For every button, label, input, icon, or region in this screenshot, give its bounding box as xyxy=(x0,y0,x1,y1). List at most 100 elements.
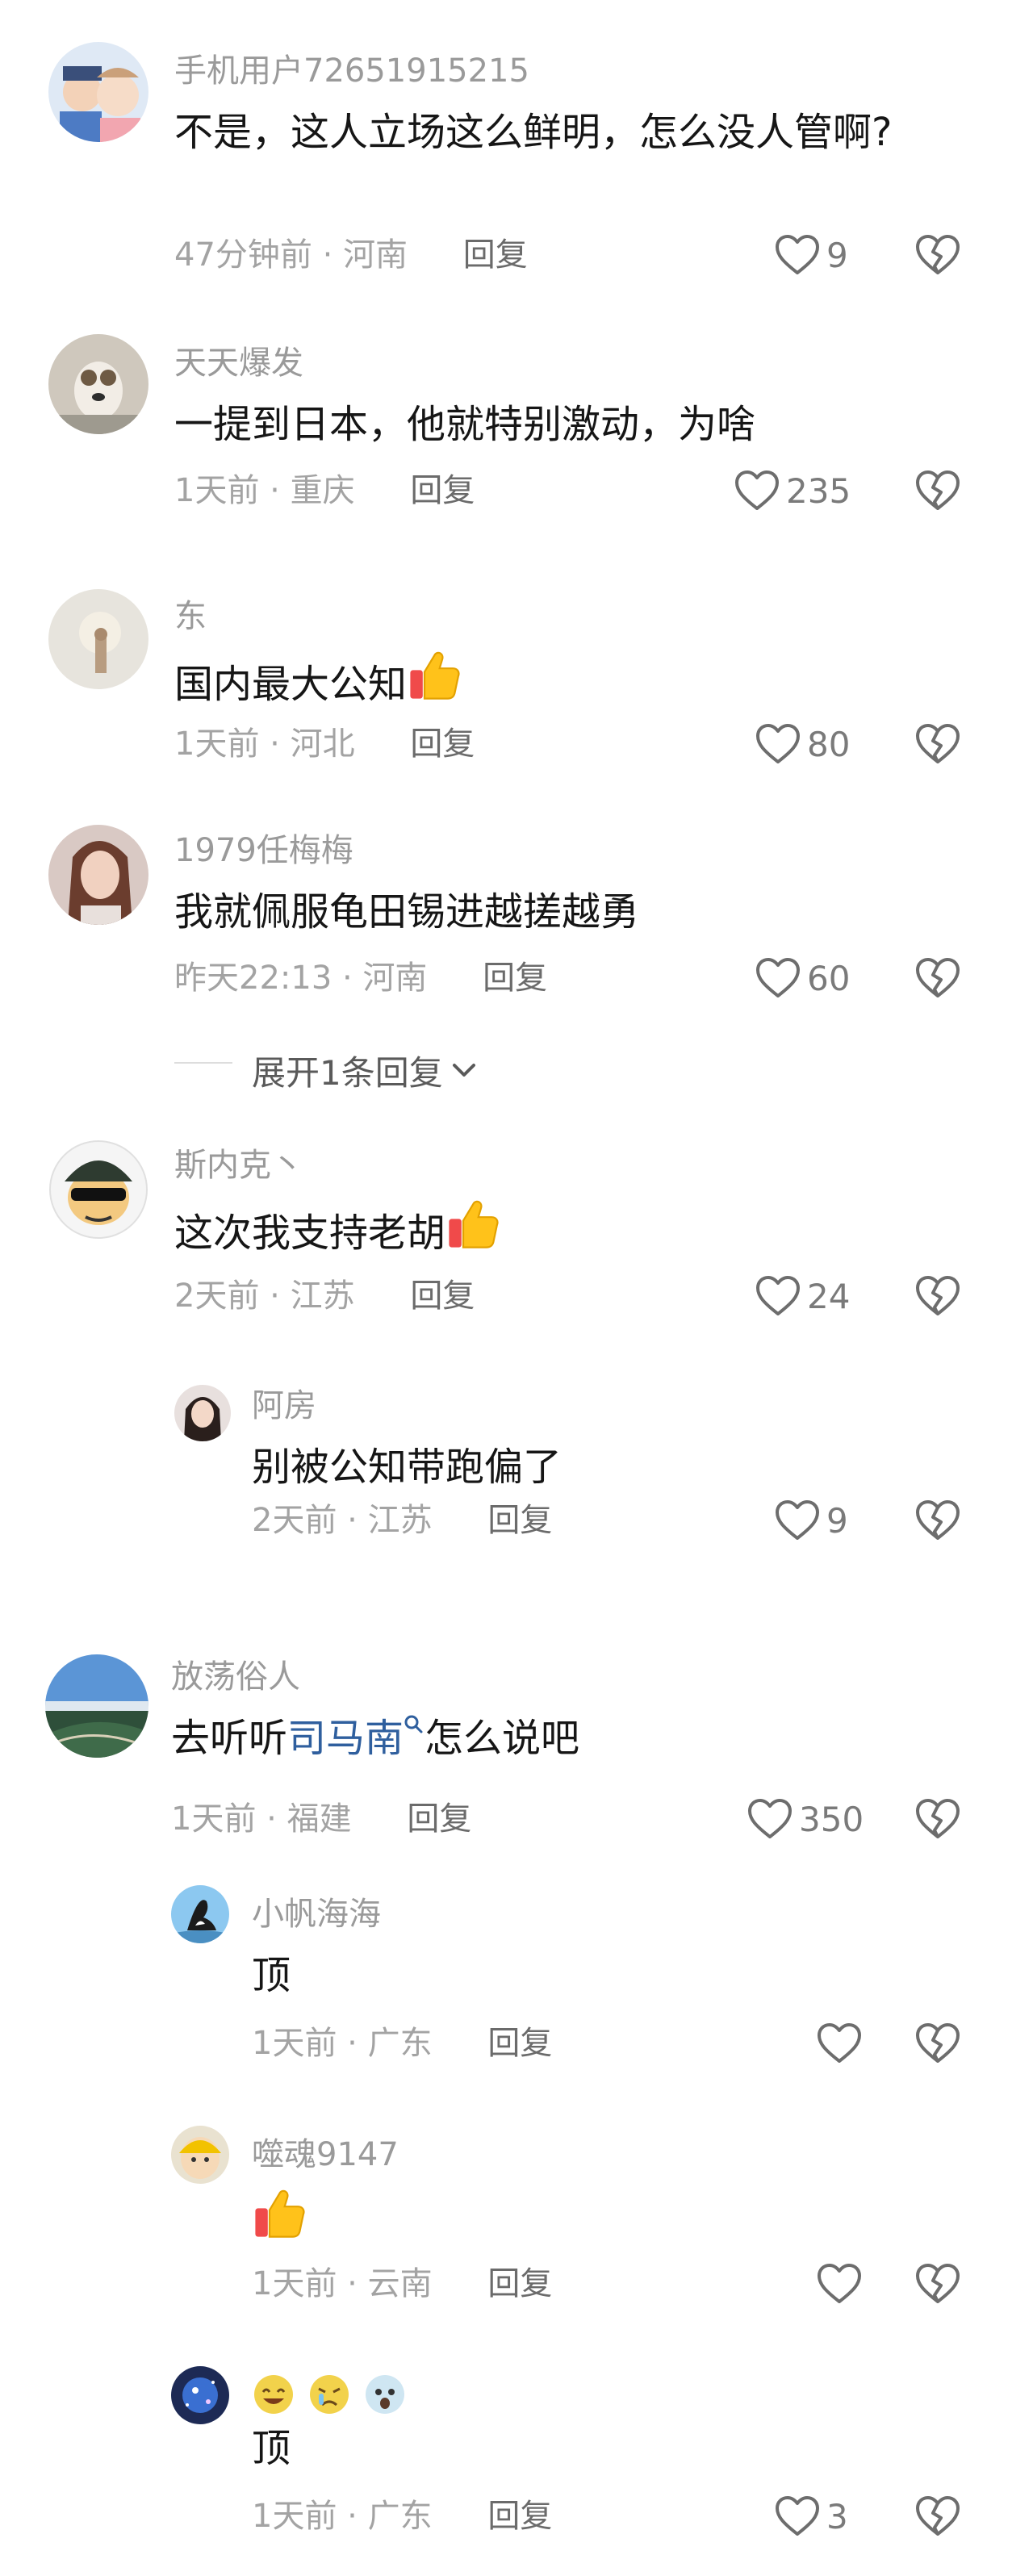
broken-heart-icon xyxy=(915,957,960,999)
avatar[interactable] xyxy=(48,589,148,689)
like-button[interactable] xyxy=(817,2260,862,2308)
like-button[interactable]: 80 xyxy=(755,720,850,768)
separator: · xyxy=(347,2498,358,2535)
avatar[interactable] xyxy=(171,1885,229,1943)
comment-text-content: 去听听 xyxy=(171,1716,288,1761)
timestamp: 2天前 xyxy=(252,1502,337,1539)
emoji-username[interactable] xyxy=(252,2373,415,2416)
username[interactable]: 放荡俗人 xyxy=(171,1661,300,1693)
avatar[interactable] xyxy=(48,42,148,142)
avatar[interactable] xyxy=(171,2366,229,2424)
chevron-down-icon xyxy=(452,1063,475,1077)
expand-replies-label: 展开1条回复 xyxy=(252,1053,443,1093)
search-icon[interactable] xyxy=(404,1714,424,1738)
heart-outline-icon xyxy=(755,957,801,999)
comment-text: 不是，这人立场这么鲜明，怎么没人管啊? xyxy=(174,110,893,155)
like-button[interactable]: 9 xyxy=(775,231,848,279)
location: 广东 xyxy=(367,2025,433,2062)
dislike-button[interactable] xyxy=(915,234,960,276)
username[interactable]: 手机用户72651915215 xyxy=(174,55,529,87)
reply-button[interactable]: 回复 xyxy=(487,2025,552,2062)
comment-text: 去听听司马南 怎么说吧 xyxy=(171,1709,946,1767)
reply-button[interactable]: 回复 xyxy=(487,1502,552,1539)
reply-button[interactable]: 回复 xyxy=(463,236,528,274)
comment-text: 国内最大公知 xyxy=(174,649,949,713)
heart-outline-icon xyxy=(755,1275,801,1317)
reply-button[interactable]: 回复 xyxy=(483,960,547,997)
reply-button[interactable]: 回复 xyxy=(410,1278,475,1315)
comment-text-tail: 怎么说吧 xyxy=(424,1716,580,1761)
broken-heart-icon xyxy=(915,723,960,765)
like-count: 24 xyxy=(807,1276,851,1316)
avatar[interactable] xyxy=(174,1385,231,1441)
separator: · xyxy=(266,1800,277,1838)
broken-heart-icon xyxy=(915,2263,960,2305)
location: 江苏 xyxy=(290,1278,355,1315)
avatar[interactable] xyxy=(45,1654,148,1758)
like-button[interactable] xyxy=(817,2019,862,2068)
dislike-button[interactable] xyxy=(915,2495,960,2537)
broken-heart-icon xyxy=(915,234,960,276)
expand-divider xyxy=(174,1062,232,1064)
avatar[interactable] xyxy=(48,334,148,434)
separator: · xyxy=(270,1278,280,1315)
dislike-button[interactable] xyxy=(915,1499,960,1541)
like-button[interactable]: 350 xyxy=(747,1795,864,1843)
reply-button[interactable]: 回复 xyxy=(410,472,475,509)
comment-text: 一提到日本，他就特别激动，为啥 xyxy=(174,402,756,447)
reply-button[interactable]: 回复 xyxy=(487,2265,552,2302)
broken-heart-icon xyxy=(915,470,960,512)
reply-button[interactable]: 回复 xyxy=(407,1800,471,1838)
heart-outline-icon xyxy=(775,2495,820,2537)
comment-meta: 1天前 · 广东 回复 xyxy=(252,2500,552,2532)
username[interactable]: 天天爆发 xyxy=(174,347,303,379)
username[interactable]: 1979任梅梅 xyxy=(174,834,353,867)
scared-emoji xyxy=(366,2375,405,2414)
separator: · xyxy=(270,472,280,509)
dislike-button[interactable] xyxy=(915,2263,960,2305)
username[interactable]: 噬魂9147 xyxy=(252,2139,399,2171)
heart-outline-icon xyxy=(775,234,820,276)
timestamp: 1天前 xyxy=(174,472,260,509)
username[interactable]: 阿房 xyxy=(252,1390,316,1422)
heart-outline-icon xyxy=(775,1499,820,1541)
timestamp: 1天前 xyxy=(252,2025,337,2062)
comment-meta: 1天前 · 云南 回复 xyxy=(252,2268,552,2300)
comment-meta: 1天前 · 福建 回复 xyxy=(171,1803,471,1835)
like-count: 350 xyxy=(799,1799,864,1839)
avatar[interactable] xyxy=(171,2126,229,2184)
like-count: 3 xyxy=(826,2496,848,2536)
thumbs-up-emoji xyxy=(445,1198,499,1251)
like-button[interactable]: 235 xyxy=(734,466,851,515)
dislike-button[interactable] xyxy=(915,470,960,512)
timestamp: 2天前 xyxy=(174,1278,260,1315)
broken-heart-icon xyxy=(915,1798,960,1840)
like-button[interactable]: 3 xyxy=(775,2492,848,2540)
reply-button[interactable]: 回复 xyxy=(487,2498,552,2535)
search-link[interactable]: 司马南 xyxy=(287,1716,404,1761)
reply-button[interactable]: 回复 xyxy=(410,726,475,763)
avatar[interactable] xyxy=(48,1140,148,1240)
dislike-button[interactable] xyxy=(915,957,960,999)
dislike-button[interactable] xyxy=(915,2022,960,2064)
comment-meta: 1天前 · 广东 回复 xyxy=(252,2027,552,2060)
like-button[interactable]: 60 xyxy=(755,954,850,1002)
username[interactable]: 小帆海海 xyxy=(252,1898,381,1930)
dislike-button[interactable] xyxy=(915,723,960,765)
username[interactable]: 斯内克丶 xyxy=(174,1149,303,1181)
location: 广东 xyxy=(367,2498,433,2535)
timestamp: 昨天22:13 xyxy=(174,960,332,997)
heart-outline-icon xyxy=(734,470,780,512)
dislike-button[interactable] xyxy=(915,1798,960,1840)
broken-heart-icon xyxy=(915,2022,960,2064)
timestamp: 47分钟前 xyxy=(174,236,312,274)
location: 江苏 xyxy=(367,1502,433,1539)
username[interactable]: 东 xyxy=(174,600,207,633)
avatar[interactable] xyxy=(48,825,148,925)
expand-replies-button[interactable]: 展开1条回复 xyxy=(252,1046,480,1095)
like-button[interactable]: 24 xyxy=(755,1272,850,1320)
timestamp: 1天前 xyxy=(174,726,260,763)
dislike-button[interactable] xyxy=(915,1275,960,1317)
like-button[interactable]: 9 xyxy=(775,1496,848,1545)
timestamp: 1天前 xyxy=(171,1800,257,1838)
